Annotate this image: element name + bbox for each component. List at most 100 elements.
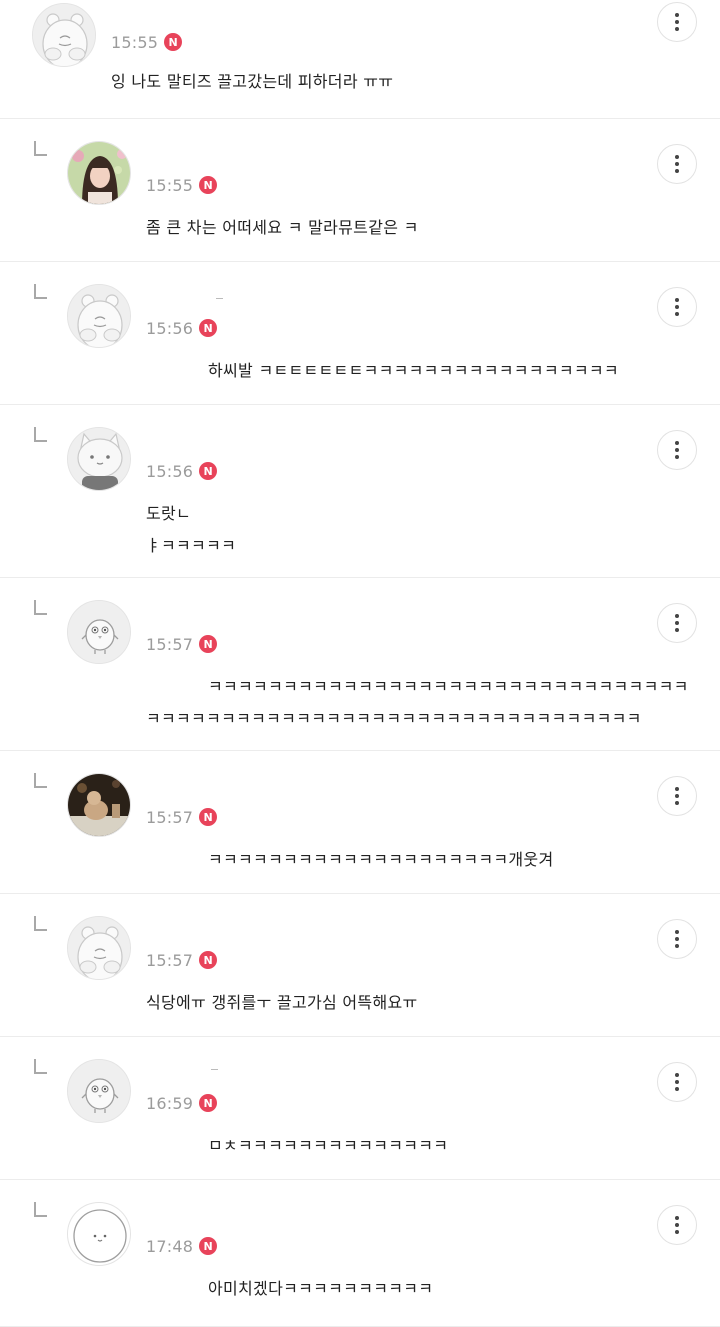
new-badge: N [199,808,218,826]
more-dot-icon [675,162,679,166]
comment-meta: 17:48 N [146,1235,218,1257]
new-badge: N [164,33,183,51]
more-dot-icon [675,1223,679,1227]
more-dot-icon [675,1087,679,1091]
comment: 15:55 N 잉 나도 말티즈 끌고갔는데 피하더라 ㅠㅠ [0,0,720,119]
new-badge: N [199,1094,218,1112]
more-dot-icon [675,1230,679,1234]
avatar[interactable] [67,916,131,980]
more-dot-icon [675,930,679,934]
more-dot-icon [675,801,679,805]
comment-time: 15:57 [146,807,194,827]
more-dot-icon [675,628,679,632]
comment-text: ㅑㅋㅋㅋㅋㅋ [146,536,237,555]
avatar[interactable] [67,1059,131,1123]
avatar[interactable] [32,3,96,67]
more-dot-icon [675,169,679,173]
more-dot-icon [675,20,679,24]
comment-meta: 15:57 N [146,633,218,655]
more-dot-icon [675,455,679,459]
reply-comment: 17:48 N 아미치겠다ㅋㅋㅋㅋㅋㅋㅋㅋㅋㅋ [0,1180,720,1327]
reply-indicator-icon [34,427,47,442]
reply-indicator-icon [34,1059,47,1074]
reply-indicator-icon [34,1202,47,1217]
avatar[interactable] [67,600,131,664]
comment-meta: 15:57 N [146,806,218,828]
more-dot-icon [675,1080,679,1084]
avatar[interactable] [67,427,131,491]
comment-meta: 15:56 N [146,460,218,482]
comment-text: ㅋㅋㅋㅋㅋㅋㅋㅋㅋㅋㅋㅋㅋㅋㅋㅋㅋㅋㅋㅋ개웃겨 [208,850,554,869]
new-badge: N [199,176,218,194]
reply-indicator-icon [34,773,47,788]
reply-comment: 15:57 N 식당에ㅠ 갱쥐를ㅜ 끌고가심 어뜩해요ㅠ [0,894,720,1037]
comment-text: 잉 나도 말티즈 끌고갔는데 피하더라 ㅠㅠ [111,72,394,91]
avatar[interactable] [67,284,131,348]
more-options-button[interactable] [657,603,697,643]
more-options-button[interactable] [657,1205,697,1245]
more-options-button[interactable] [657,2,697,42]
more-options-button[interactable] [657,919,697,959]
more-dot-icon [675,305,679,309]
reply-comment: 16:59 N ㅁㅊㅋㅋㅋㅋㅋㅋㅋㅋㅋㅋㅋㅋㅋㅋ [0,1037,720,1180]
reply-indicator-icon [34,141,47,156]
more-options-button[interactable] [657,144,697,184]
reply-comment: 15:57 N ㅋㅋㅋㅋㅋㅋㅋㅋㅋㅋㅋㅋㅋㅋㅋㅋㅋㅋㅋㅋ개웃겨 [0,751,720,894]
more-dot-icon [675,794,679,798]
comment-text: ㅁㅊㅋㅋㅋㅋㅋㅋㅋㅋㅋㅋㅋㅋㅋㅋ [208,1136,449,1155]
comment-text: ㅋㅋㅋㅋㅋㅋㅋㅋㅋㅋㅋㅋㅋㅋㅋㅋㅋㅋㅋㅋㅋㅋㅋㅋㅋㅋㅋㅋㅋㅋㅋㅋㅋ [146,709,642,728]
more-options-button[interactable] [657,1062,697,1102]
reply-comment: 15:56 N 도랏ㄴㅑㅋㅋㅋㅋㅋ [0,405,720,578]
new-badge: N [199,1237,218,1255]
comment-time: 15:55 [111,32,159,52]
comment-meta: 15:56 N [146,317,218,339]
more-dot-icon [675,1216,679,1220]
new-badge: N [199,319,218,337]
comment-meta: 15:55 N [111,31,183,53]
more-dot-icon [675,787,679,791]
reply-comment: 15:57 N ㅋㅋㅋㅋㅋㅋㅋㅋㅋㅋㅋㅋㅋㅋㅋㅋㅋㅋㅋㅋㅋㅋㅋㅋㅋㅋㅋㅋㅋㅋㅋㅋ ㅋㅋ… [0,578,720,751]
more-dot-icon [675,441,679,445]
comment-time: 15:56 [146,461,194,481]
more-dot-icon [675,312,679,316]
more-options-button[interactable] [657,287,697,327]
avatar[interactable] [67,773,131,837]
more-dot-icon [675,944,679,948]
comment-text: ㅋㅋㅋㅋㅋㅋㅋㅋㅋㅋㅋㅋㅋㅋㅋㅋㅋㅋㅋㅋㅋㅋㅋㅋㅋㅋㅋㅋㅋㅋㅋㅋ [208,677,689,696]
reply-indicator-icon [34,600,47,615]
comment-time: 17:48 [146,1236,194,1256]
comment-time: 15:57 [146,634,194,654]
new-badge: N [199,462,218,480]
more-options-button[interactable] [657,430,697,470]
comment-meta: 16:59 N [146,1092,218,1114]
new-badge: N [199,951,218,969]
more-dot-icon [675,1073,679,1077]
comment-text: 좀 큰 차는 어떠세요 ㅋ 말라뮤트같은 ㅋ [146,218,419,237]
reply-indicator-icon [34,916,47,931]
reply-comment: 15:56 N 하씨발 ㅋㅌㅌㅌㅌㅌㅌㅋㅋㅋㅋㅋㅋㅋㅋㅋㅋㅋㅋㅋㅋㅋㅋㅋ [0,262,720,405]
comment-time: 16:59 [146,1093,194,1113]
comment-list: 15:55 N 잉 나도 말티즈 끌고갔는데 피하더라 ㅠㅠ 15:55 N 좀 큰 차는… [0,0,720,1327]
comment-text: 도랏ㄴ [146,504,192,523]
stray-mark [211,1069,218,1070]
avatar[interactable] [67,1202,131,1266]
more-dot-icon [675,298,679,302]
comment-time: 15:56 [146,318,194,338]
more-dot-icon [675,13,679,17]
reply-indicator-icon [34,284,47,299]
more-options-button[interactable] [657,776,697,816]
comment-time: 15:57 [146,950,194,970]
stray-mark [216,298,223,299]
more-dot-icon [675,27,679,31]
comment-text: 아미치겠다ㅋㅋㅋㅋㅋㅋㅋㅋㅋㅋ [208,1279,434,1298]
comment-time: 15:55 [146,175,194,195]
avatar[interactable] [67,141,131,205]
more-dot-icon [675,448,679,452]
more-dot-icon [675,614,679,618]
reply-comment: 15:55 N 좀 큰 차는 어떠세요 ㅋ 말라뮤트같은 ㅋ [0,119,720,262]
more-dot-icon [675,155,679,159]
comment-meta: 15:55 N [146,174,218,196]
comment-meta: 15:57 N [146,949,218,971]
more-dot-icon [675,621,679,625]
comment-text: 하씨발 ㅋㅌㅌㅌㅌㅌㅌㅋㅋㅋㅋㅋㅋㅋㅋㅋㅋㅋㅋㅋㅋㅋㅋㅋ [208,361,619,380]
